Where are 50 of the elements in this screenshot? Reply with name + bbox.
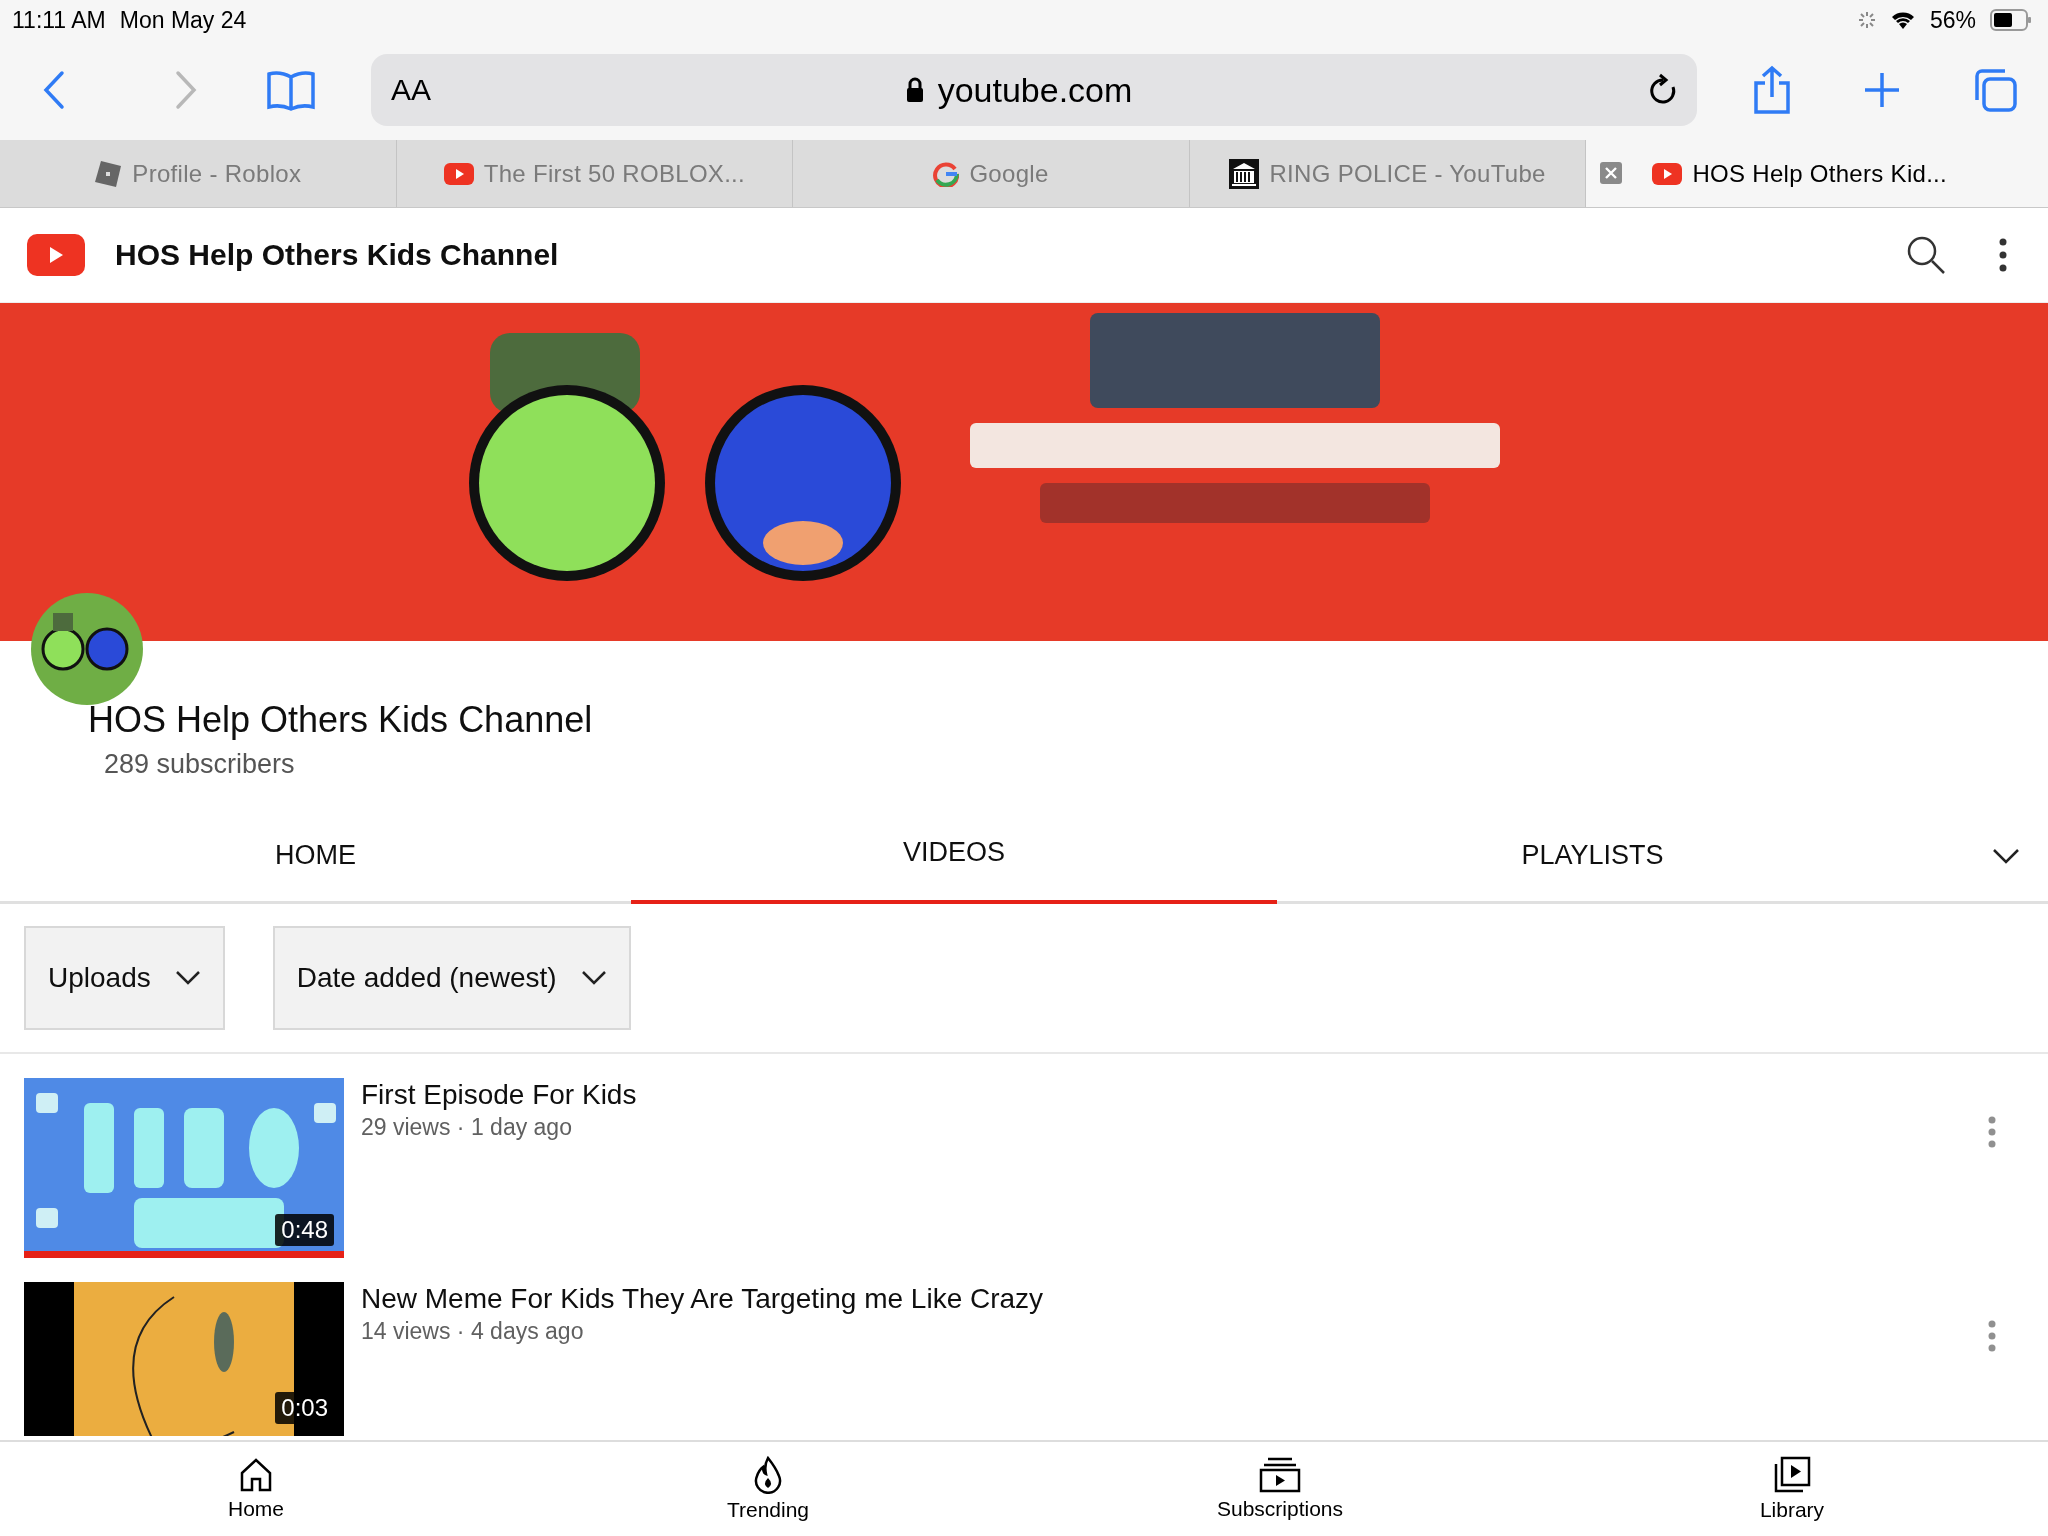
more-icon[interactable] bbox=[1998, 237, 2008, 273]
subscriber-count: 289 subscribers bbox=[104, 749, 296, 780]
chevron-down-icon bbox=[174, 970, 201, 986]
chevron-down-icon[interactable] bbox=[1992, 848, 2020, 864]
youtube-logo-icon[interactable] bbox=[27, 234, 85, 276]
lock-icon bbox=[905, 77, 924, 103]
back-icon[interactable] bbox=[42, 70, 66, 110]
nav-item[interactable]: Subscriptions bbox=[1024, 1442, 1536, 1536]
tabs-icon[interactable] bbox=[1972, 67, 2018, 113]
nav-item[interactable]: Home bbox=[0, 1442, 512, 1536]
nav-item[interactable]: Library bbox=[1536, 1442, 2048, 1536]
building-icon bbox=[1229, 158, 1260, 189]
channel-tab[interactable]: VIDEOS bbox=[631, 811, 1277, 904]
video-title[interactable]: New Meme For Kids They Are Targeting me Like Crazy bbox=[361, 1282, 1988, 1316]
video-title[interactable]: First Episode For Kids bbox=[361, 1078, 1988, 1112]
battery-percent: 56% bbox=[1929, 6, 1976, 34]
play-logo-icon bbox=[1652, 162, 1683, 185]
tab-title: RING POLICE - YouTube bbox=[1269, 159, 1546, 188]
battery-icon bbox=[1990, 9, 2032, 31]
tab-title: The First 50 ROBLOX... bbox=[483, 159, 746, 188]
browser-tab[interactable]: HOS Help Others Kid... bbox=[1586, 140, 2048, 207]
tab-title: HOS Help Others Kid... bbox=[1692, 159, 1948, 188]
header-title: HOS Help Others Kids Channel bbox=[115, 238, 559, 272]
bookmarks-icon[interactable] bbox=[266, 69, 316, 111]
subscriptions-icon bbox=[1258, 1457, 1302, 1493]
home-icon bbox=[238, 1457, 274, 1493]
tab-title: Google bbox=[969, 159, 1049, 188]
address-bar[interactable]: AA youtube.com bbox=[371, 54, 1697, 126]
filter-dropdown[interactable]: Uploads bbox=[24, 926, 225, 1030]
g-logo-icon bbox=[933, 160, 960, 187]
new-tab-icon[interactable] bbox=[1862, 70, 1902, 110]
video-duration: 0:48 bbox=[275, 1214, 334, 1246]
status-date: Mon May 24 bbox=[119, 6, 247, 34]
nav-item[interactable]: Trending bbox=[512, 1442, 1024, 1536]
channel-tab[interactable]: PLAYLISTS bbox=[1277, 811, 1908, 904]
library-icon bbox=[1773, 1456, 1811, 1494]
tab-title: Profile - Roblox bbox=[132, 159, 302, 188]
video-meta: 29 views · 1 day ago bbox=[361, 1114, 573, 1141]
video-meta: 14 views · 4 days ago bbox=[361, 1318, 585, 1345]
channel-tab[interactable]: HOME bbox=[0, 811, 631, 904]
filter-dropdown[interactable]: Date added (newest) bbox=[272, 926, 631, 1030]
loading-icon bbox=[1857, 11, 1876, 29]
channel-name: HOS Help Others Kids Channel bbox=[88, 699, 594, 741]
status-time: 11:11 AM bbox=[12, 6, 106, 34]
share-icon[interactable] bbox=[1752, 65, 1792, 115]
close-icon[interactable] bbox=[1600, 162, 1623, 184]
play-logo-icon bbox=[443, 162, 474, 185]
search-icon[interactable] bbox=[1906, 235, 1946, 275]
chevron-down-icon bbox=[580, 970, 607, 986]
url-text: youtube.com bbox=[937, 70, 1133, 110]
